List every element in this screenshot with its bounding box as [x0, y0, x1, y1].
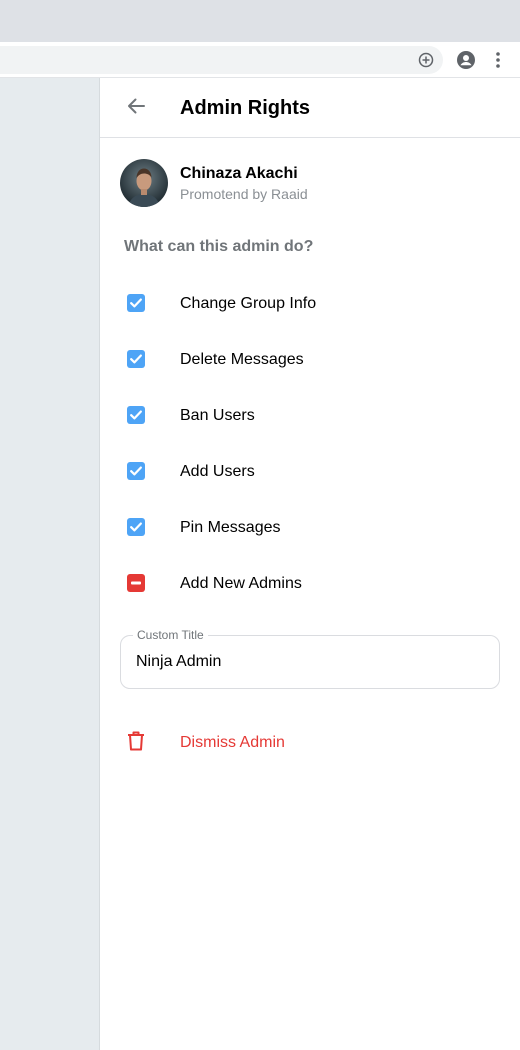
checkmark-icon [130, 522, 142, 532]
dismiss-admin-label: Dismiss Admin [180, 734, 285, 751]
permission-change-group-info[interactable]: Change Group Info [100, 283, 520, 323]
permission-delete-messages[interactable]: Delete Messages [100, 339, 520, 379]
admin-promoted-by: Promotend by Raaid [180, 186, 308, 202]
page-title: Admin Rights [180, 97, 310, 119]
browser-toolbar [0, 42, 520, 78]
address-bar[interactable] [0, 46, 443, 74]
permission-label: Ban Users [180, 407, 255, 424]
panel-header: Admin Rights [100, 78, 520, 138]
checkbox[interactable] [127, 294, 145, 312]
chat-list-pane [0, 78, 100, 1050]
more-vert-icon[interactable] [487, 49, 509, 71]
permission-label: Change Group Info [180, 295, 317, 312]
minus-icon [131, 581, 141, 585]
arrow-left-icon [127, 98, 145, 119]
permission-label: Delete Messages [180, 351, 304, 368]
add-circle-icon[interactable] [415, 49, 437, 71]
trash-icon [126, 730, 146, 752]
checkbox[interactable] [127, 350, 145, 368]
admin-rights-panel: Admin Rights Chinaza Akachi Promotend by… [100, 78, 520, 1050]
checkbox[interactable] [127, 518, 145, 536]
checkbox[interactable] [127, 462, 145, 480]
checkmark-icon [130, 354, 142, 364]
checkmark-icon [130, 410, 142, 420]
browser-tab-strip [0, 0, 520, 42]
custom-title-input[interactable] [136, 652, 476, 672]
permission-label: Add Users [180, 463, 255, 480]
admin-profile: Chinaza Akachi Promotend by Raaid [120, 159, 500, 207]
permissions-heading: What can this admin do? [124, 238, 314, 255]
checkmark-icon [130, 466, 142, 476]
admin-name: Chinaza Akachi [180, 165, 298, 182]
custom-title-label: Custom Title [133, 628, 208, 642]
checkbox[interactable] [127, 406, 145, 424]
permission-add-new-admins[interactable]: Add New Admins [100, 563, 520, 603]
permission-pin-messages[interactable]: Pin Messages [100, 507, 520, 547]
permission-label: Pin Messages [180, 519, 281, 536]
dismiss-admin-button[interactable]: Dismiss Admin [100, 721, 520, 761]
custom-title-field[interactable]: Custom Title [120, 628, 500, 689]
checkmark-icon [130, 298, 142, 308]
permission-label: Add New Admins [180, 575, 302, 592]
back-button[interactable] [120, 92, 152, 124]
permission-add-users[interactable]: Add Users [100, 451, 520, 491]
permission-ban-users[interactable]: Ban Users [100, 395, 520, 435]
avatar [120, 159, 168, 207]
account-circle-icon[interactable] [455, 49, 477, 71]
checkbox[interactable] [127, 574, 145, 592]
